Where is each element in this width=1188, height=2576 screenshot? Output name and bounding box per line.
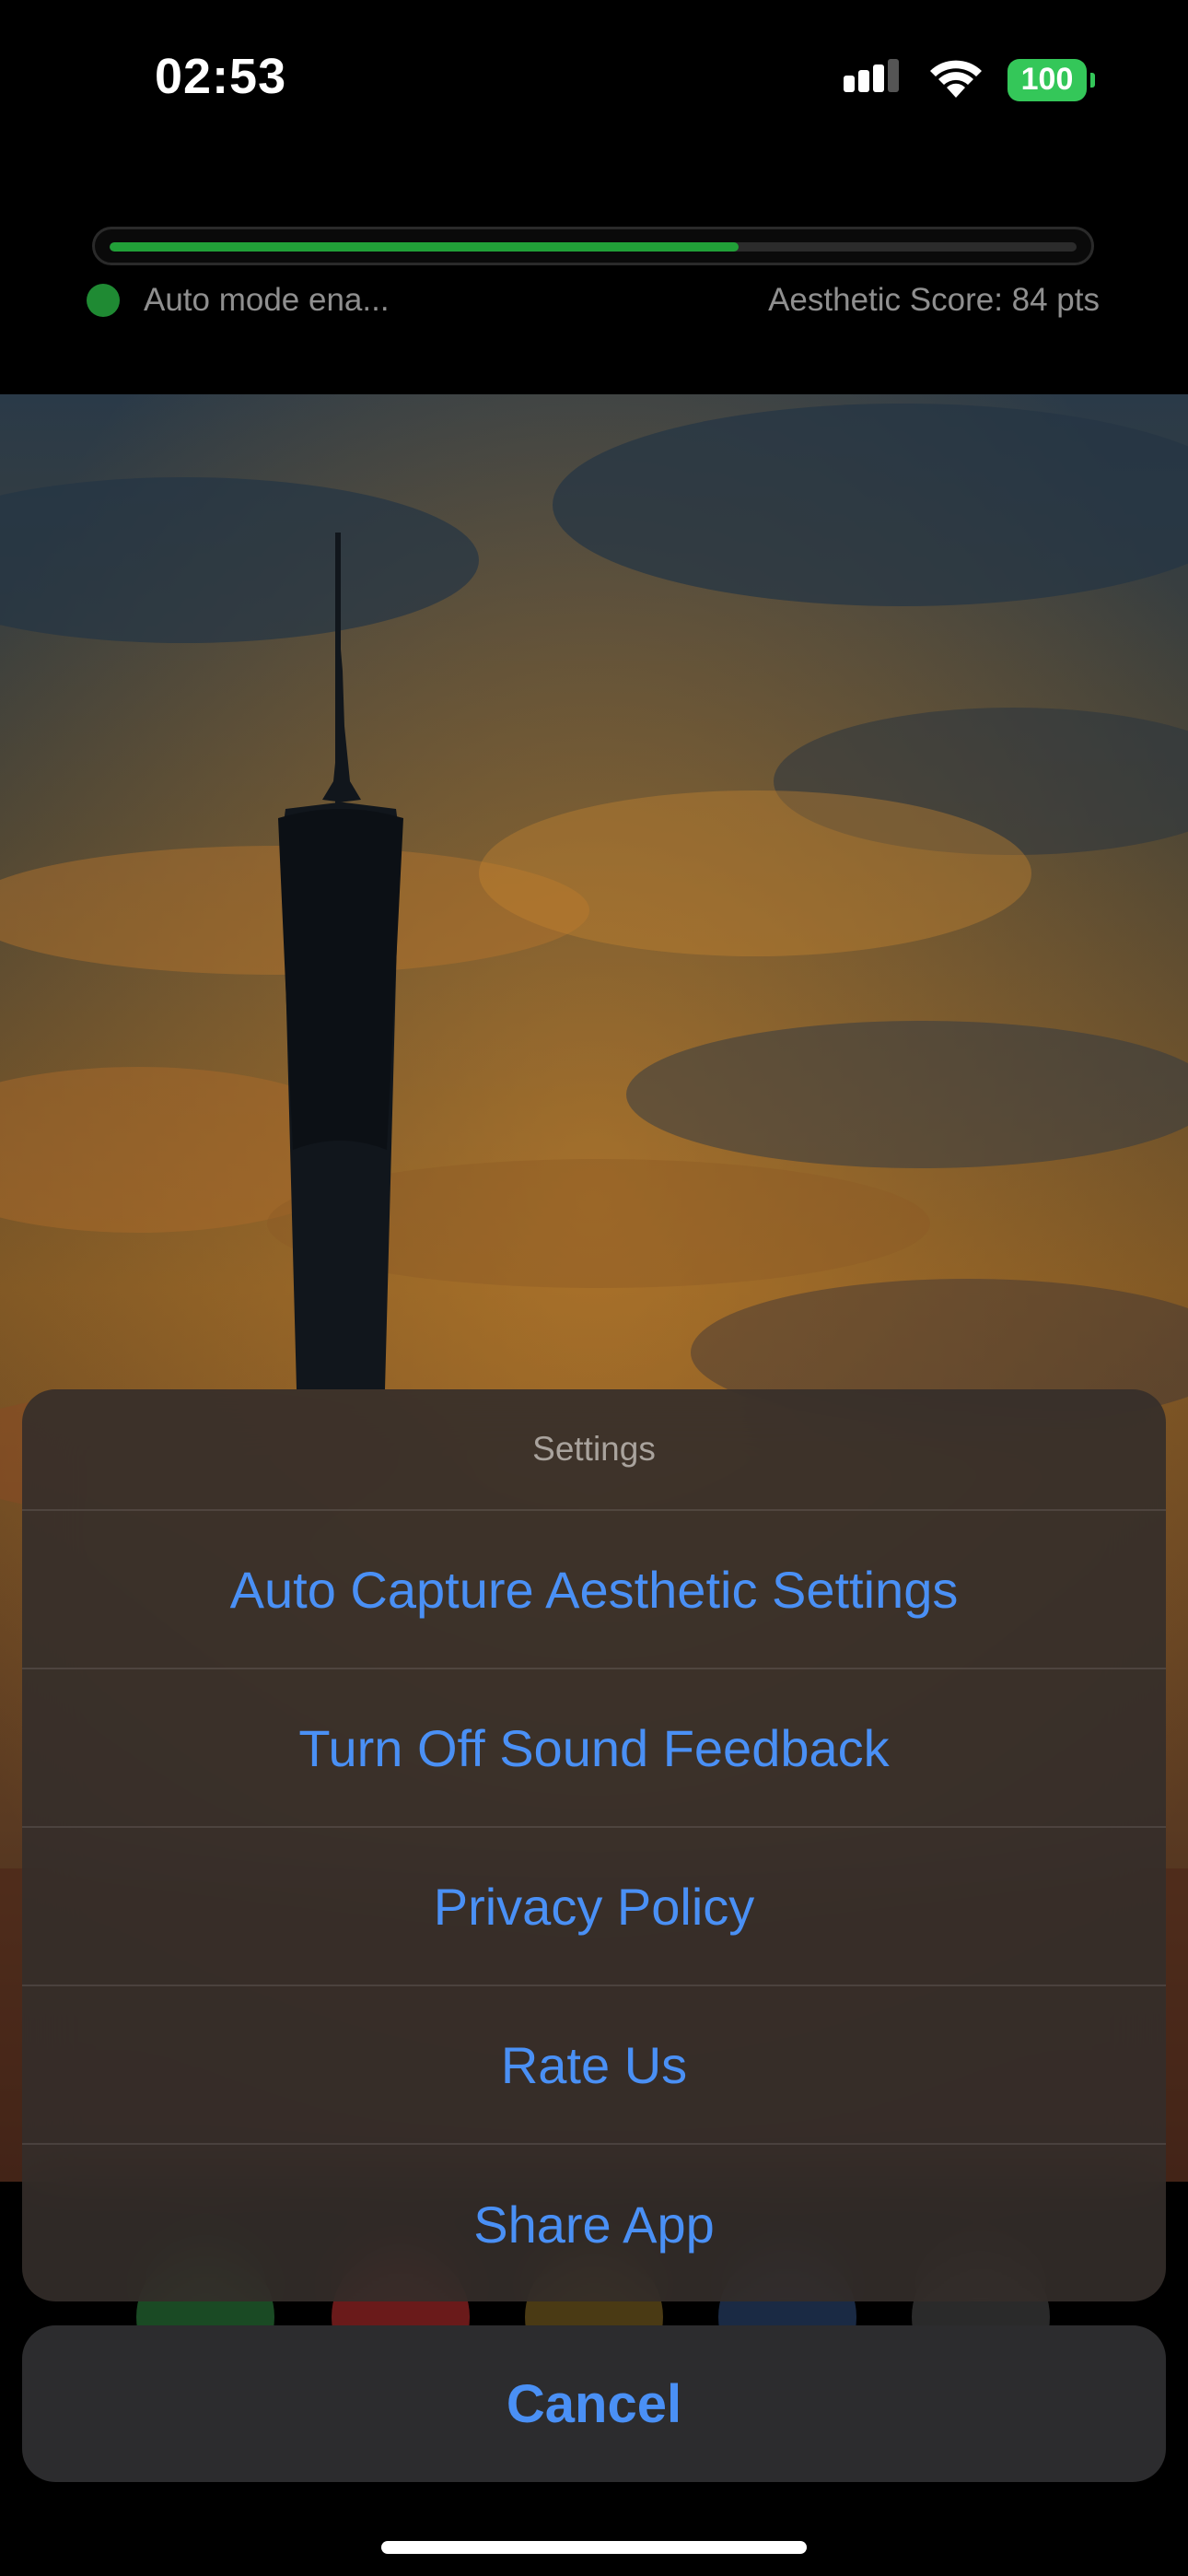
- battery-icon: 100: [1007, 58, 1095, 101]
- home-indicator[interactable]: [381, 2541, 807, 2554]
- wifi-icon: [928, 57, 984, 102]
- settings-action-sheet: Settings Auto Capture Aesthetic Settings…: [22, 1389, 1166, 2301]
- progress-track: [110, 242, 1077, 252]
- sound-feedback-toggle-option[interactable]: Turn Off Sound Feedback: [22, 1669, 1166, 1828]
- share-app-option[interactable]: Share App: [22, 2145, 1166, 2301]
- auto-mode-status-text: Auto mode ena...: [144, 282, 390, 318]
- auto-capture-settings-option[interactable]: Auto Capture Aesthetic Settings: [22, 1511, 1166, 1669]
- battery-level: 100: [1020, 62, 1074, 97]
- auto-mode-indicator-dot: [87, 284, 120, 317]
- signal-icon: [844, 59, 904, 100]
- action-sheet-title: Settings: [22, 1389, 1166, 1511]
- status-bar: 02:53 100: [0, 0, 1188, 157]
- status-icons: 100: [844, 57, 1095, 102]
- cancel-button[interactable]: Cancel: [22, 2325, 1166, 2482]
- rate-us-option[interactable]: Rate Us: [22, 1986, 1166, 2145]
- capture-status-row: Auto mode ena... Aesthetic Score: 84 pts: [87, 278, 1100, 322]
- privacy-policy-option[interactable]: Privacy Policy: [22, 1828, 1166, 1986]
- progress-fill: [110, 242, 739, 252]
- aesthetic-score-text: Aesthetic Score: 84 pts: [768, 282, 1100, 318]
- status-time: 02:53: [155, 49, 287, 104]
- aesthetic-progress-bar: [92, 227, 1094, 265]
